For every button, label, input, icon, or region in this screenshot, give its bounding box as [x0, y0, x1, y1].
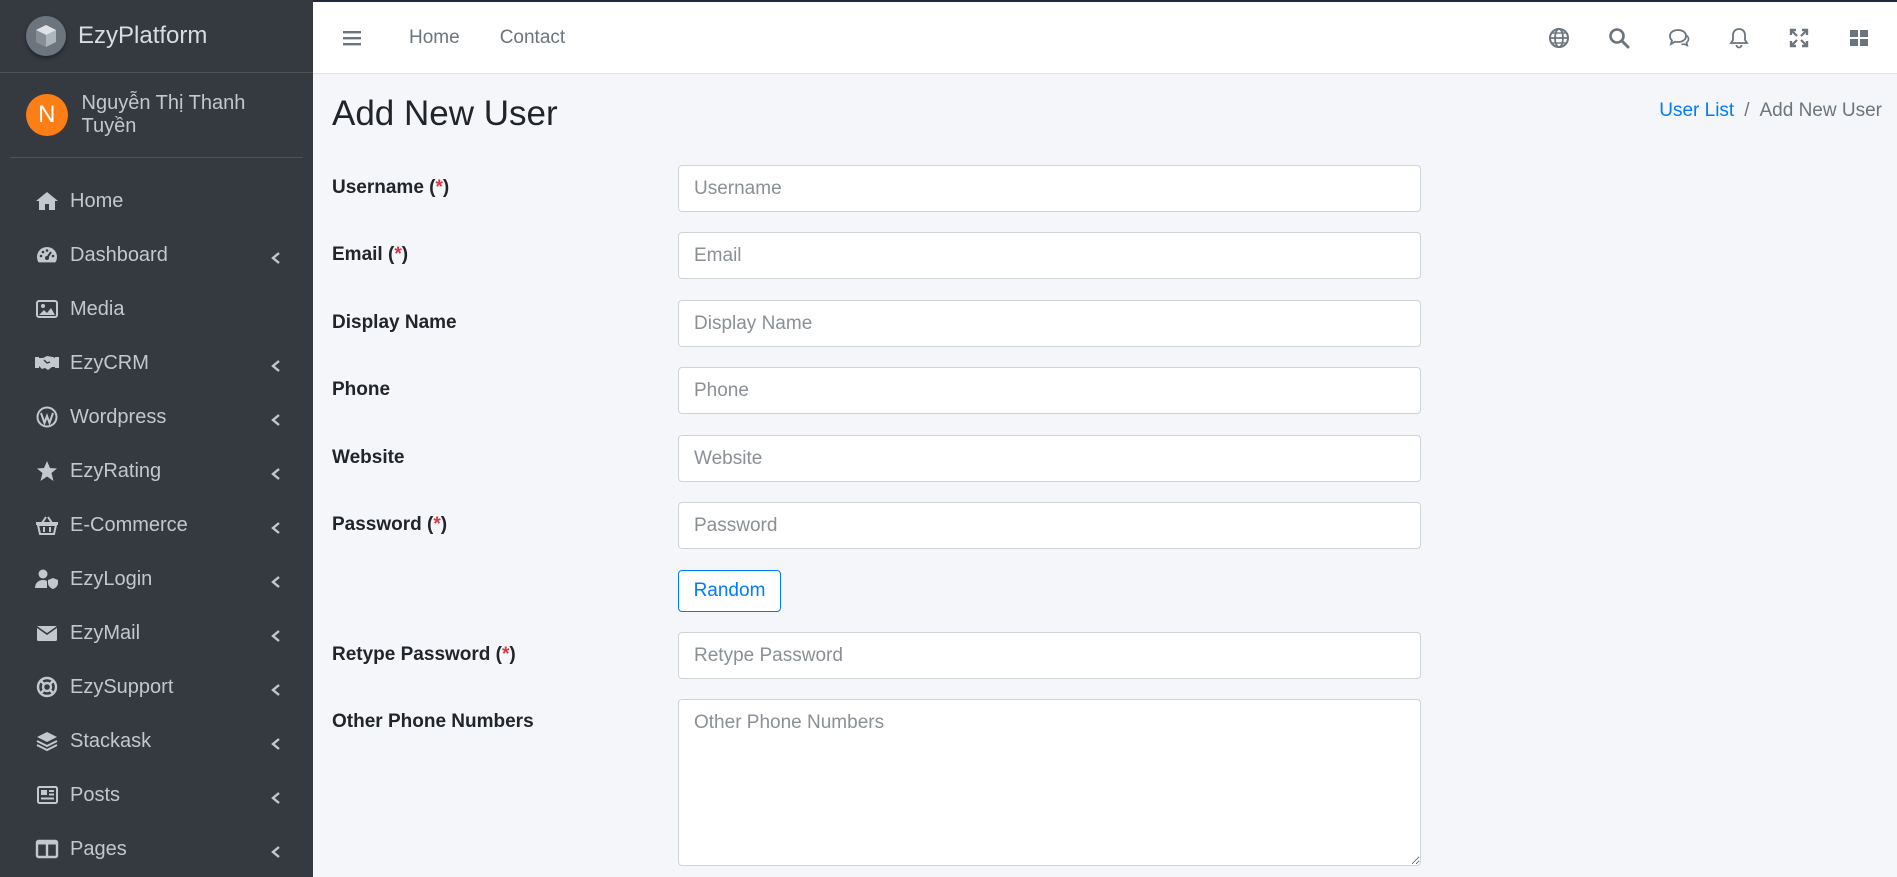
expand-icon[interactable]: [1787, 26, 1811, 50]
main-content: Add New User User List / Add New User User…: [313, 74, 1897, 877]
sidebar-item-label: Home: [70, 189, 124, 212]
sidebar-item-media[interactable]: Media: [0, 282, 313, 336]
bell-icon[interactable]: [1727, 26, 1751, 50]
sidebar-item-home[interactable]: Home: [0, 174, 313, 228]
chevron-left-icon: [269, 788, 283, 804]
globe-icon[interactable]: [1547, 26, 1571, 50]
username-label: Username (*): [332, 177, 450, 198]
sidebar-item-stackask[interactable]: Stackask: [0, 714, 313, 768]
sidebar-item-pages[interactable]: Pages: [0, 822, 313, 876]
avatar: N: [26, 94, 68, 136]
sidebar-item-ezysupport[interactable]: EzySupport: [0, 660, 313, 714]
envelope-icon: [34, 620, 60, 646]
user-name[interactable]: Nguyễn Thị Thanh Tuyền: [82, 92, 303, 138]
chevron-left-icon: [269, 464, 283, 480]
chevron-left-icon: [269, 356, 283, 372]
life-ring-icon: [34, 674, 60, 700]
sidebar-item-dashboard[interactable]: Dashboard: [0, 228, 313, 282]
sidebar-item-ezymail[interactable]: EzyMail: [0, 606, 313, 660]
brand-name: EzyPlatform: [78, 22, 208, 49]
website-input[interactable]: [678, 435, 1421, 482]
basket-icon: [34, 512, 60, 538]
breadcrumb: User List / Add New User: [1659, 100, 1883, 121]
sidebar-item-ezyrating[interactable]: EzyRating: [0, 444, 313, 498]
star-icon: [34, 458, 60, 484]
gauge-icon: [34, 242, 60, 268]
image-icon: [34, 296, 60, 322]
chevron-left-icon: [269, 680, 283, 696]
sidebar-item-wordpress[interactable]: Wordpress: [0, 390, 313, 444]
comments-icon[interactable]: [1667, 26, 1691, 50]
display-name-input[interactable]: [678, 300, 1421, 347]
password-label: Password (*): [332, 514, 448, 535]
top-link-contact[interactable]: Contact: [500, 27, 565, 49]
top-link-home[interactable]: Home: [409, 27, 460, 49]
retype-password-input[interactable]: [678, 632, 1421, 679]
username-input[interactable]: [678, 165, 1421, 212]
sidebar-item-label: EzyMail: [70, 621, 141, 644]
sidebar-item-label: EzyRating: [70, 459, 162, 482]
sidebar-item-label: Wordpress: [70, 405, 167, 428]
brand-logo-icon: [26, 16, 66, 56]
top-navbar: Home Contact: [313, 0, 1897, 74]
handshake-icon: [34, 350, 60, 376]
password-input[interactable]: [678, 502, 1421, 549]
random-password-button[interactable]: Random: [678, 570, 781, 612]
sidebar-item-label: EzyLogin: [70, 567, 153, 590]
sidebar-item-label: EzyCRM: [70, 351, 149, 374]
wordpress-icon: [34, 404, 60, 430]
website-label: Website: [332, 447, 405, 468]
sidebar-item-label: Dashboard: [70, 243, 168, 266]
chevron-left-icon: [269, 626, 283, 642]
chevron-left-icon: [269, 842, 283, 858]
chevron-left-icon: [269, 248, 283, 264]
sidebar-item-e-commerce[interactable]: E-Commerce: [0, 498, 313, 552]
email-input[interactable]: [678, 232, 1421, 279]
home-icon: [34, 188, 60, 214]
user-shield-icon: [34, 566, 60, 592]
sidebar-item-ezylogin[interactable]: EzyLogin: [0, 552, 313, 606]
grid-icon[interactable]: [1847, 26, 1871, 50]
sidebar-item-label: EzySupport: [70, 675, 174, 698]
phone-label: Phone: [332, 379, 391, 400]
breadcrumb-current: Add New User: [1759, 100, 1883, 121]
menu-toggle-icon[interactable]: [341, 27, 363, 49]
brand-link[interactable]: EzyPlatform: [0, 0, 313, 73]
sidebar-item-ezycrm[interactable]: EzyCRM: [0, 336, 313, 390]
sidebar: EzyPlatform N Nguyễn Thị Thanh Tuyền Hom…: [0, 0, 313, 877]
breadcrumb-user-list-link[interactable]: User List: [1659, 100, 1734, 121]
phone-input[interactable]: [678, 367, 1421, 414]
sidebar-item-label: Posts: [70, 783, 121, 806]
newspaper-icon: [34, 782, 60, 808]
other-phones-label: Other Phone Numbers: [332, 711, 534, 732]
chevron-left-icon: [269, 410, 283, 426]
sidebar-nav: Home Dashboard Media EzyCRM Wordpress EzyRati…: [0, 158, 313, 876]
sidebar-item-label: Media: [70, 297, 125, 320]
layers-icon: [34, 728, 60, 754]
email-label: Email (*): [332, 244, 409, 265]
sidebar-item-label: E-Commerce: [70, 513, 188, 536]
columns-icon: [34, 836, 60, 862]
top-actions: [1547, 2, 1897, 74]
sidebar-item-posts[interactable]: Posts: [0, 768, 313, 822]
other-phones-textarea[interactable]: [678, 699, 1421, 866]
display-name-label: Display Name: [332, 312, 457, 333]
chevron-left-icon: [269, 572, 283, 588]
user-panel[interactable]: N Nguyễn Thị Thanh Tuyền: [10, 73, 303, 158]
chevron-left-icon: [269, 518, 283, 534]
retype-password-label: Retype Password (*): [332, 644, 516, 665]
search-icon[interactable]: [1607, 26, 1631, 50]
sidebar-item-label: Pages: [70, 837, 127, 860]
page-title: Add New User: [332, 94, 558, 133]
sidebar-item-label: Stackask: [70, 729, 152, 752]
chevron-left-icon: [269, 734, 283, 750]
